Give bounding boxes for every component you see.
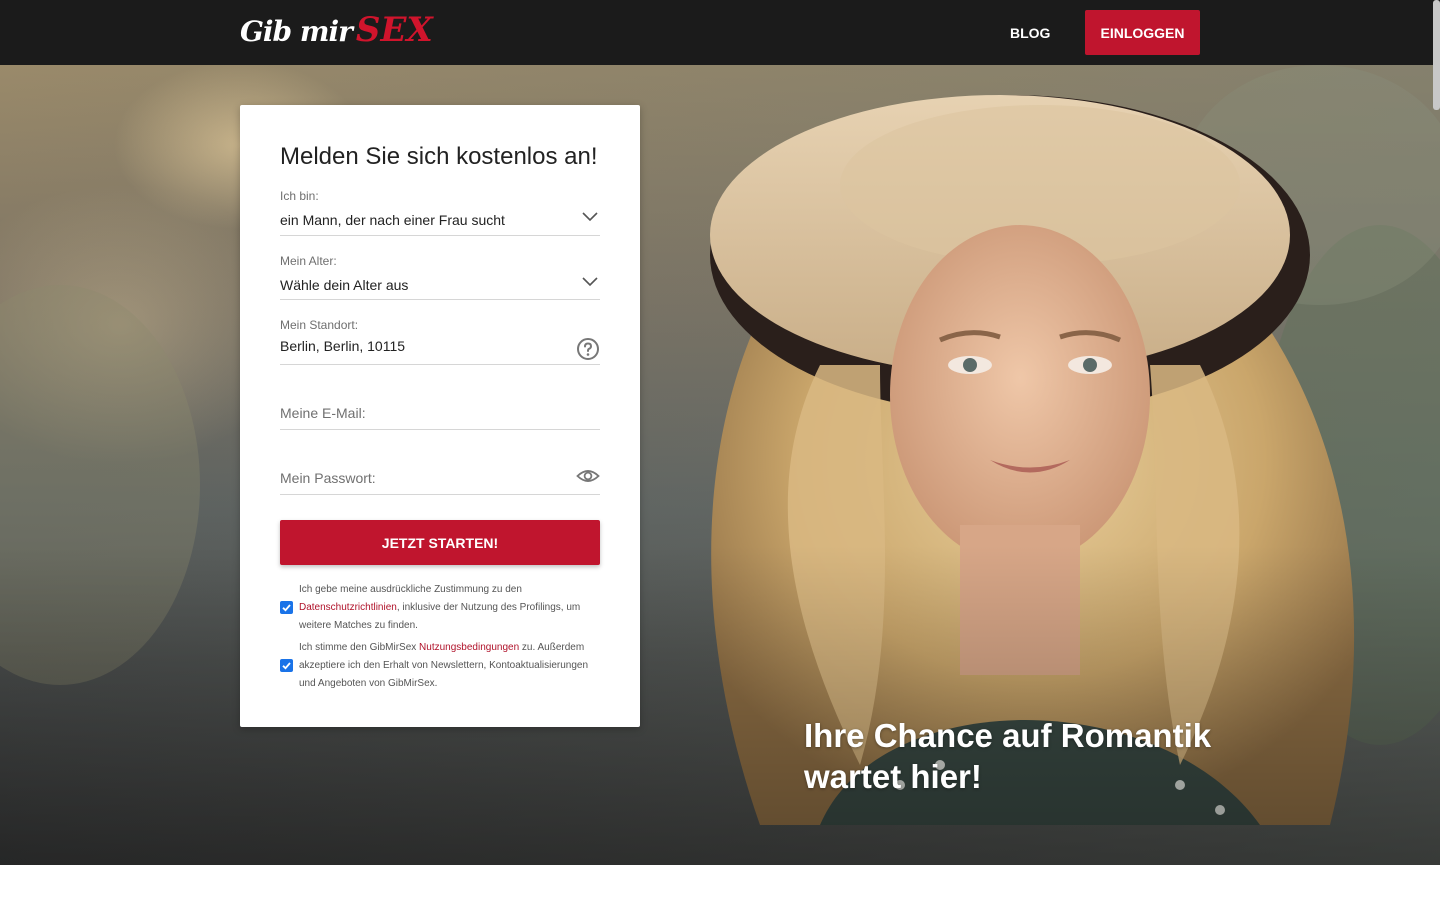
logo-text-accent: SEX [355,10,433,50]
age-label: Mein Alter: [280,254,337,268]
email-placeholder: Meine E-Mail: [280,405,366,421]
location-value: Berlin, Berlin, 10115 [280,338,406,354]
gender-label: Ich bin: [280,189,319,203]
consent-privacy: Ich gebe meine ausdrückliche Zustimmung … [280,581,600,635]
privacy-checkbox[interactable] [280,601,293,614]
location-field[interactable]: Mein Standort: Berlin, Berlin, 10115 [280,316,600,365]
checkmark-icon [282,604,291,612]
checkmark-icon [282,662,291,670]
terms-checkbox[interactable] [280,659,293,672]
help-icon[interactable] [576,337,600,361]
privacy-text-before: Ich gebe meine ausdrückliche Zustimmung … [299,584,522,595]
consent-terms: Ich stimme den GibMirSex Nutzungsbedingu… [280,639,600,693]
top-header: Gib mir SEX BLOG EINLOGGEN [0,0,1440,65]
gender-value: ein Mann, der nach einer Frau sucht [280,212,505,228]
email-field[interactable]: Meine E-Mail: [280,381,600,430]
chevron-down-icon [582,277,598,287]
age-value: Wähle dein Alter aus [280,277,409,293]
hero-headline: Ihre Chance auf Romantik wartet hier! [804,717,1212,795]
eye-icon[interactable] [576,464,600,488]
privacy-consent-text: Ich gebe meine ausdrückliche Zustimmung … [299,581,599,635]
terms-consent-text: Ich stimme den GibMirSex Nutzungsbedingu… [299,639,599,693]
hero-overlay [0,65,1440,865]
nav-blog-link[interactable]: BLOG [994,12,1066,54]
chevron-down-icon [582,212,598,222]
start-button[interactable]: JETZT STARTEN! [280,520,600,565]
site-logo[interactable]: Gib mir SEX [240,10,433,50]
page-scrollbar[interactable] [1433,0,1440,110]
registration-title: Melden Sie sich kostenlos an! [280,143,598,170]
hero-section: Ihre Chance auf Romantik wartet hier! [0,65,1440,865]
terms-link[interactable]: Nutzungsbedingungen [419,642,519,653]
privacy-policy-link[interactable]: Datenschutzrichtlinien [299,602,397,613]
login-button[interactable]: EINLOGGEN [1085,10,1200,55]
terms-text-before: Ich stimme den GibMirSex [299,642,420,653]
registration-card: Melden Sie sich kostenlos an! Ich bin: e… [240,105,640,727]
location-label: Mein Standort: [280,318,359,332]
gender-select[interactable]: Ich bin: ein Mann, der nach einer Frau s… [280,187,600,236]
password-placeholder: Mein Passwort: [280,470,376,486]
logo-text-main: Gib mir [240,15,353,48]
age-select[interactable]: Mein Alter: Wähle dein Alter aus [280,252,600,300]
password-field[interactable]: Mein Passwort: [280,446,600,495]
